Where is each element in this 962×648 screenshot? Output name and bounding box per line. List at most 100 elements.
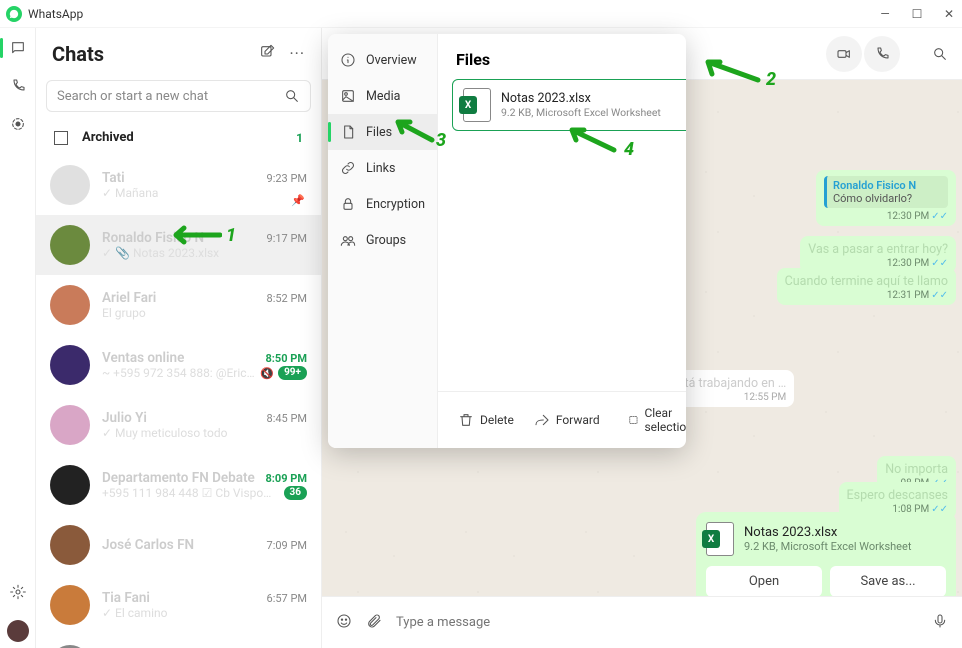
archived-label: Archived [82,130,134,145]
chat-list-item[interactable]: Departamento FN Debate 8:09 PM +595 111 … [36,455,321,515]
panel-tab-links[interactable]: Links [328,150,437,186]
panel-file-name: Notas 2023.xlsx [501,91,661,106]
panel-tab-overview[interactable]: Overview [328,42,437,78]
window-close-button[interactable]: ✕ [942,7,956,21]
nav-rail [0,28,36,648]
chat-list-item[interactable]: Ronaldo Fisico N 9:17 PM ✓ 📎 Notas 2023.… [36,215,321,275]
rail-calls-icon[interactable] [8,76,28,96]
compose-bar [322,596,962,648]
panel-title: Files [438,34,686,79]
chat-list-item[interactable]: Julio Yi 8:45 PM ✓ Muy meticuloso todo [36,395,321,455]
message-out[interactable]: Cuando termine aquí te llamo 12:31 PM✓✓ [777,268,956,305]
panel-file-meta: 9.2 KB, Microsoft Excel Worksheet [501,106,661,119]
chat-preview: ✓ Mañana [102,186,307,200]
rail-profile-avatar[interactable] [7,620,29,642]
file-open-button[interactable]: Open [706,566,822,596]
chats-title: Chats [52,42,104,66]
rail-chats-icon[interactable] [8,38,28,58]
muted-icon: 🔇 [260,367,274,380]
window-title: WhatsApp [28,7,83,21]
chat-name: Tia Fani [102,590,150,606]
chat-time: 8:45 PM [267,412,307,425]
chat-time: 8:52 PM [267,292,307,305]
chat-name: Ariel Fari [102,290,156,306]
window-titlebar: WhatsApp — ☐ ✕ [0,0,962,28]
file-attachment-card[interactable]: X Notas 2023.xlsx 9.2 KB, Microsoft Exce… [696,512,956,596]
archive-box-icon [54,131,68,145]
chat-list-item[interactable]: Ventas online 8:50 PM ~ +595 972 354 888… [36,335,321,395]
chats-menu-icon[interactable]: ··· [289,44,305,64]
emoji-icon[interactable] [336,613,352,633]
unread-badge: 36 [284,486,307,500]
groups-icon [340,232,356,248]
chat-avatar [50,525,90,565]
chat-time: 9:23 PM [267,172,307,185]
voice-call-button[interactable] [864,36,900,72]
rail-status-icon[interactable] [8,114,28,134]
file-meta: 9.2 KB, Microsoft Excel Worksheet [744,540,911,553]
chat-preview: ✓ Muy meticuloso todo [102,426,307,440]
chat-list-item[interactable]: Ariel Fari 8:52 PM El grupo [36,275,321,335]
chat-time: 8:09 PM [266,472,308,485]
chat-avatar [50,165,90,205]
reply-snippet: Cómo olvidarlo? [833,192,942,205]
unread-badge: 99+ [278,366,307,380]
file-saveas-button[interactable]: Save as... [830,566,946,596]
chat-list-item[interactable]: Tati 9:23 PM ✓ Mañana 📌 [36,155,321,215]
chat-name: Ventas online [102,350,184,366]
chat-time: 8:50 PM [266,352,308,365]
search-placeholder: Search or start a new chat [57,89,208,104]
mic-icon[interactable] [932,613,948,633]
chat-preview: +595 111 984 448 ☑ Cb Vispo… 36 [102,486,307,500]
panel-tab-groups[interactable]: Groups [328,222,437,258]
media-icon [340,88,356,104]
new-chat-icon[interactable] [259,44,275,64]
excel-file-icon: X [706,522,734,556]
chat-list-item[interactable]: José Carlos FN 7:09 PM [36,515,321,575]
chat-list-item[interactable]: Economía 09trallas 6:22 PM ~ Fernando E … [36,635,321,648]
file-name: Notas 2023.xlsx [744,525,911,540]
panel-forward-button[interactable]: Forward [528,408,606,432]
panel-tab-media[interactable]: Media [328,78,437,114]
pinned-icon: 📌 [291,194,305,207]
archived-row[interactable]: Archived 1 [36,120,321,155]
lock-icon [340,196,356,212]
chat-search-button[interactable] [932,36,948,72]
window-minimize-button[interactable]: — [878,7,892,21]
panel-delete-button[interactable]: Delete [452,408,520,432]
whatsapp-logo-icon [6,6,22,22]
magnifier-icon [284,88,300,104]
attach-icon[interactable] [366,613,382,633]
chat-time: 6:57 PM [267,592,307,605]
chat-preview: El grupo [102,306,307,320]
chat-avatar [50,465,90,505]
chat-preview: ✓ 📎 Notas 2023.xlsx [102,246,307,260]
contact-info-panel: OverviewMediaFilesLinksEncryptionGroups … [328,34,686,448]
excel-file-icon: X [463,88,491,122]
chat-name: Tati [102,170,125,186]
archived-count: 1 [296,131,303,145]
chat-avatar [50,585,90,625]
panel-file-row[interactable]: X Notas 2023.xlsx 9.2 KB, Microsoft Exce… [452,79,686,131]
chat-time: 9:17 PM [267,232,307,245]
info-icon [340,52,356,68]
video-call-button[interactable] [826,36,862,72]
window-maximize-button[interactable]: ☐ [910,7,924,21]
chat-name: Ronaldo Fisico N [102,230,204,246]
chat-avatar [50,405,90,445]
chat-list-item[interactable]: Tia Fani 6:57 PM ✓ El camino [36,575,321,635]
panel-tab-encryption[interactable]: Encryption [328,186,437,222]
rail-settings-icon[interactable] [8,582,28,602]
chat-time: 7:09 PM [267,539,307,552]
chat-search-input[interactable]: Search or start a new chat [46,80,311,112]
message-input[interactable] [396,615,918,630]
chat-list-panel: Chats ··· Search or start a new chat Arc… [36,28,322,648]
chat-preview: ✓ El camino [102,606,307,620]
panel-tab-files[interactable]: Files [328,114,437,150]
chat-avatar [50,225,90,265]
panel-clear-selection-button[interactable]: Clear selection [622,402,686,438]
reply-author: Ronaldo Fisico N [833,179,942,192]
chat-name: José Carlos FN [102,537,194,553]
link-icon [340,160,356,176]
chat-name: Julio Yi [102,410,147,426]
